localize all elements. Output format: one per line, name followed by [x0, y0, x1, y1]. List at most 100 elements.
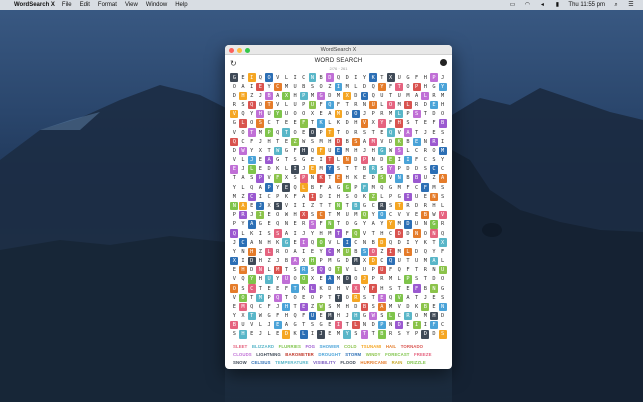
grid-cell[interactable]: C: [325, 247, 334, 257]
grid-cell[interactable]: O: [299, 275, 308, 284]
grid-cell[interactable]: L: [282, 101, 290, 109]
grid-cell[interactable]: Y: [247, 275, 256, 284]
grid-cell[interactable]: E: [300, 294, 308, 302]
grid-cell[interactable]: O: [265, 73, 273, 82]
grid-cell[interactable]: H: [343, 303, 351, 311]
grid-cell[interactable]: P: [404, 110, 412, 118]
zoom-window-button[interactable]: [245, 47, 250, 53]
grid-cell[interactable]: Y: [230, 312, 238, 320]
grid-cell[interactable]: M: [439, 92, 447, 100]
grid-cell[interactable]: E: [256, 156, 264, 164]
grid-cell[interactable]: Z: [309, 202, 317, 210]
grid-cell[interactable]: M: [335, 248, 343, 256]
grid-cell[interactable]: M: [335, 330, 343, 338]
grid-cell[interactable]: N: [325, 220, 334, 229]
grid-cell[interactable]: N: [308, 73, 317, 82]
grid-cell[interactable]: O: [282, 248, 290, 256]
grid-cell[interactable]: U: [377, 266, 386, 275]
grid-cell[interactable]: R: [439, 220, 447, 228]
grid-cell[interactable]: F: [273, 174, 282, 183]
grid-cell[interactable]: I: [404, 238, 412, 246]
grid-cell[interactable]: M: [326, 257, 334, 265]
grid-cell[interactable]: V: [326, 238, 334, 246]
grid-cell[interactable]: G: [404, 73, 412, 81]
grid-cell[interactable]: C: [352, 238, 360, 246]
grid-cell[interactable]: T: [360, 330, 369, 339]
grid-cell[interactable]: E: [230, 266, 238, 274]
grid-cell[interactable]: K: [274, 165, 282, 173]
grid-cell[interactable]: B: [300, 83, 308, 91]
grid-cell[interactable]: M: [351, 256, 360, 266]
grid-cell[interactable]: Y: [377, 119, 386, 128]
grid-cell[interactable]: S: [309, 211, 317, 219]
grid-cell[interactable]: H: [247, 247, 256, 257]
grid-cell[interactable]: M: [387, 303, 395, 311]
grid-cell[interactable]: B: [230, 321, 239, 330]
grid-cell[interactable]: N: [438, 302, 447, 312]
grid-cell[interactable]: A: [239, 83, 247, 91]
grid-cell[interactable]: O: [274, 211, 282, 219]
grid-cell[interactable]: T: [369, 229, 377, 237]
grid-cell[interactable]: H: [421, 83, 429, 91]
grid-cell[interactable]: M: [317, 138, 325, 146]
grid-cell[interactable]: S: [291, 174, 299, 182]
grid-cell[interactable]: Q: [360, 210, 369, 220]
grid-cell[interactable]: E: [265, 284, 273, 292]
grid-cell[interactable]: D: [352, 92, 360, 100]
grid-cell[interactable]: T: [282, 294, 290, 302]
grid-cell[interactable]: O: [343, 128, 351, 136]
grid-cell[interactable]: P: [265, 183, 273, 192]
grid-cell[interactable]: G: [377, 146, 386, 156]
grid-cell[interactable]: R: [421, 147, 429, 155]
grid-cell[interactable]: G: [387, 183, 395, 191]
grid-cell[interactable]: J: [248, 211, 256, 219]
grid-cell[interactable]: D: [326, 284, 334, 292]
grid-cell[interactable]: S: [239, 284, 247, 292]
grid-cell[interactable]: L: [265, 330, 273, 338]
grid-cell[interactable]: I: [256, 229, 264, 237]
grid-cell[interactable]: M: [404, 92, 412, 100]
grid-cell[interactable]: L: [403, 100, 412, 110]
grid-cell[interactable]: G: [317, 91, 326, 101]
grid-cell[interactable]: M: [239, 302, 247, 312]
grid-cell[interactable]: V: [395, 303, 403, 311]
grid-cell[interactable]: M: [395, 183, 403, 191]
grid-cell[interactable]: I: [395, 156, 403, 164]
grid-cell[interactable]: D: [352, 303, 360, 311]
grid-cell[interactable]: Y: [230, 183, 238, 191]
grid-cell[interactable]: H: [378, 229, 386, 237]
grid-cell[interactable]: P: [300, 101, 308, 109]
grid-cell[interactable]: I: [256, 193, 264, 201]
grid-cell[interactable]: D: [430, 275, 438, 283]
grid-cell[interactable]: Q: [247, 100, 256, 110]
grid-cell[interactable]: C: [265, 193, 273, 201]
grid-cell[interactable]: M: [421, 312, 429, 320]
grid-cell[interactable]: U: [308, 100, 317, 110]
grid-cell[interactable]: T: [343, 101, 351, 109]
grid-cell[interactable]: Y: [325, 165, 334, 174]
grid-cell[interactable]: M: [230, 193, 238, 201]
grid-cell[interactable]: D: [395, 321, 404, 330]
grid-cell[interactable]: P: [413, 330, 421, 338]
grid-cell[interactable]: V: [404, 211, 412, 219]
grid-cell[interactable]: V: [230, 128, 238, 136]
grid-cell[interactable]: Q: [309, 147, 317, 155]
grid-cell[interactable]: I: [248, 83, 256, 91]
grid-cell[interactable]: M: [343, 83, 351, 91]
grid-cell[interactable]: L: [439, 257, 447, 265]
grid-cell[interactable]: D: [343, 119, 351, 127]
grid-cell[interactable]: K: [282, 193, 290, 201]
grid-cell[interactable]: W: [256, 312, 264, 320]
grid-cell[interactable]: E: [421, 193, 429, 201]
grid-cell[interactable]: E: [309, 156, 317, 164]
grid-cell[interactable]: Q: [395, 266, 403, 274]
grid-cell[interactable]: T: [421, 110, 429, 118]
grid-cell[interactable]: J: [239, 165, 247, 173]
grid-cell[interactable]: Q: [317, 266, 326, 275]
grid-cell[interactable]: Y: [369, 211, 377, 219]
grid-cell[interactable]: D: [317, 193, 325, 201]
grid-cell[interactable]: M: [335, 211, 343, 219]
grid-cell[interactable]: K: [352, 174, 360, 182]
grid-cell[interactable]: B: [361, 165, 369, 173]
grid-cell[interactable]: Y: [361, 220, 369, 228]
